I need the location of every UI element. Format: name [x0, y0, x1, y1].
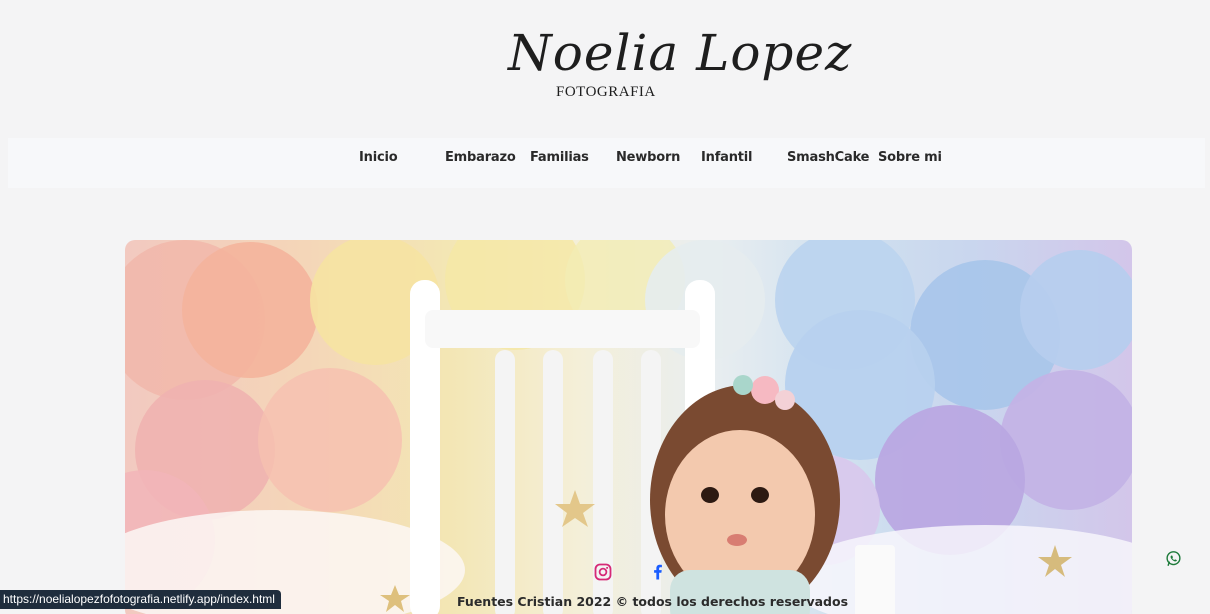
hero-image: [125, 240, 1132, 614]
nav-item-sobre-mi[interactable]: Sobre mi: [878, 150, 942, 165]
page: Noelia Lopez FOTOGRAFIA Inicio Embarazo …: [0, 0, 1210, 614]
main-navigation: Inicio Embarazo Familias Newborn Infanti…: [8, 138, 1205, 188]
nav-item-newborn[interactable]: Newborn: [616, 150, 680, 165]
whatsapp-icon[interactable]: [1165, 550, 1182, 567]
instagram-icon[interactable]: [594, 563, 612, 581]
nav-item-embarazo[interactable]: Embarazo: [445, 150, 516, 165]
status-bar-url: https://noelialopezfofotografia.netlify.…: [0, 590, 281, 609]
nav-item-familias[interactable]: Familias: [530, 150, 589, 165]
nav-item-smashcake[interactable]: SmashCake: [787, 150, 870, 165]
nav-item-inicio[interactable]: Inicio: [359, 150, 398, 165]
nav-item-infantil[interactable]: Infantil: [701, 150, 753, 165]
logo-script-text: Noelia Lopez: [508, 24, 853, 82]
hero-illustration: [125, 240, 1132, 614]
facebook-icon[interactable]: [649, 563, 667, 581]
footer-copyright: Fuentes Cristian 2022 © todos los derech…: [457, 594, 849, 609]
site-logo[interactable]: Noelia Lopez FOTOGRAFIA: [500, 20, 851, 120]
logo-subtitle: FOTOGRAFIA: [556, 84, 656, 100]
